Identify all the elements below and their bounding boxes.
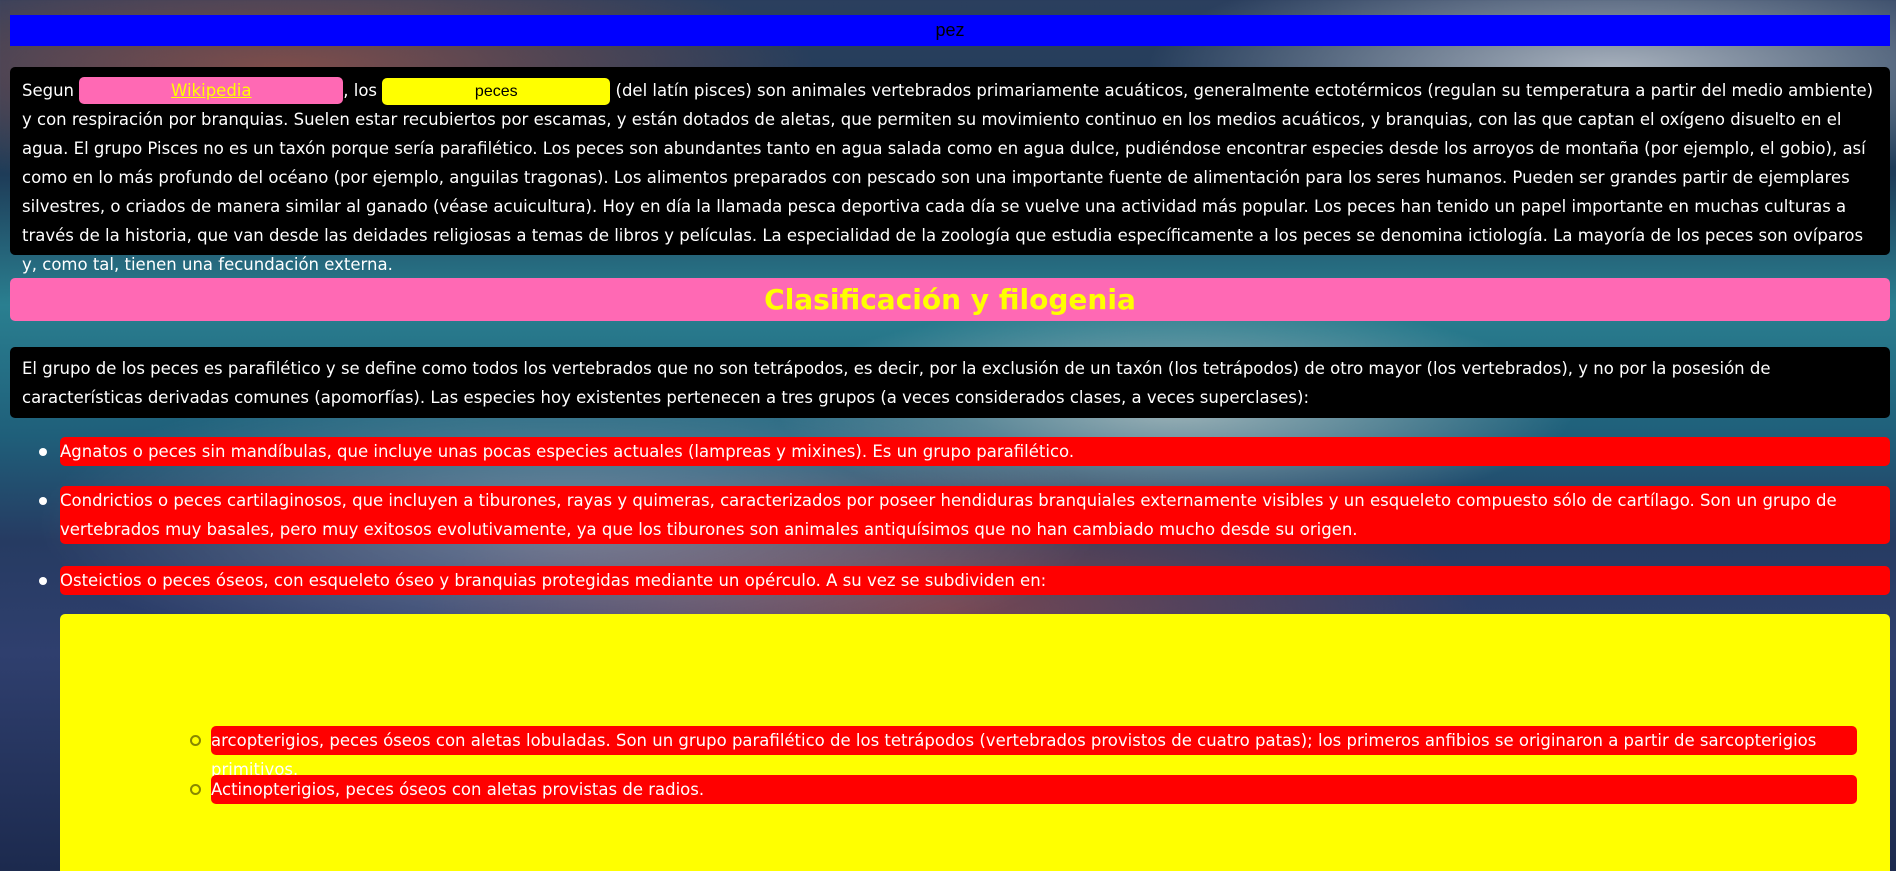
bullet-icon bbox=[39, 448, 47, 456]
list-item: Agnatos o peces sin mandíbulas, que incl… bbox=[39, 437, 1890, 466]
circle-bullet-icon bbox=[190, 784, 201, 795]
sublist-item: arcopterigios, peces óseos con aletas lo… bbox=[190, 726, 1857, 779]
page-title: pez bbox=[935, 20, 965, 40]
peces-highlight: peces bbox=[382, 78, 611, 105]
list-item: Condrictios o peces cartilaginosos, que … bbox=[39, 486, 1890, 544]
page-title-bar: pez bbox=[10, 15, 1890, 46]
intro-middle: , los bbox=[343, 81, 383, 100]
intro-text: (del latín pisces) son animales vertebra… bbox=[22, 81, 1874, 274]
list-item-text: Osteictios o peces óseos, con esqueleto … bbox=[60, 571, 1047, 590]
sublist-item-text: arcopterigios, peces óseos con aletas lo… bbox=[211, 731, 1817, 779]
circle-bullet-icon bbox=[190, 735, 201, 746]
sublist-item-text: Actinopterigios, peces óseos con aletas … bbox=[211, 780, 705, 799]
classification-paragraph: El grupo de los peces es parafilético y … bbox=[10, 347, 1890, 418]
intro-prefix: Segun bbox=[22, 81, 80, 100]
sublist-item: Actinopterigios, peces óseos con aletas … bbox=[190, 775, 1857, 804]
wikipedia-link[interactable]: Wikipedia bbox=[171, 81, 251, 100]
bullet-icon bbox=[39, 497, 47, 505]
section-heading: Clasificación y filogenia bbox=[10, 278, 1890, 321]
bullet-icon bbox=[39, 577, 47, 585]
intro-card: Segun Wikipedia , los peces (del latín pi… bbox=[10, 67, 1890, 274]
sublist-container: arcopterigios, peces óseos con aletas lo… bbox=[60, 614, 1890, 871]
list-item-text: Agnatos o peces sin mandíbulas, que incl… bbox=[60, 442, 1075, 461]
list-item: Osteictios o peces óseos, con esqueleto … bbox=[39, 566, 1890, 595]
wikipedia-pill: Wikipedia bbox=[79, 77, 344, 104]
list-item-text: Condrictios o peces cartilaginosos, que … bbox=[60, 491, 1837, 539]
